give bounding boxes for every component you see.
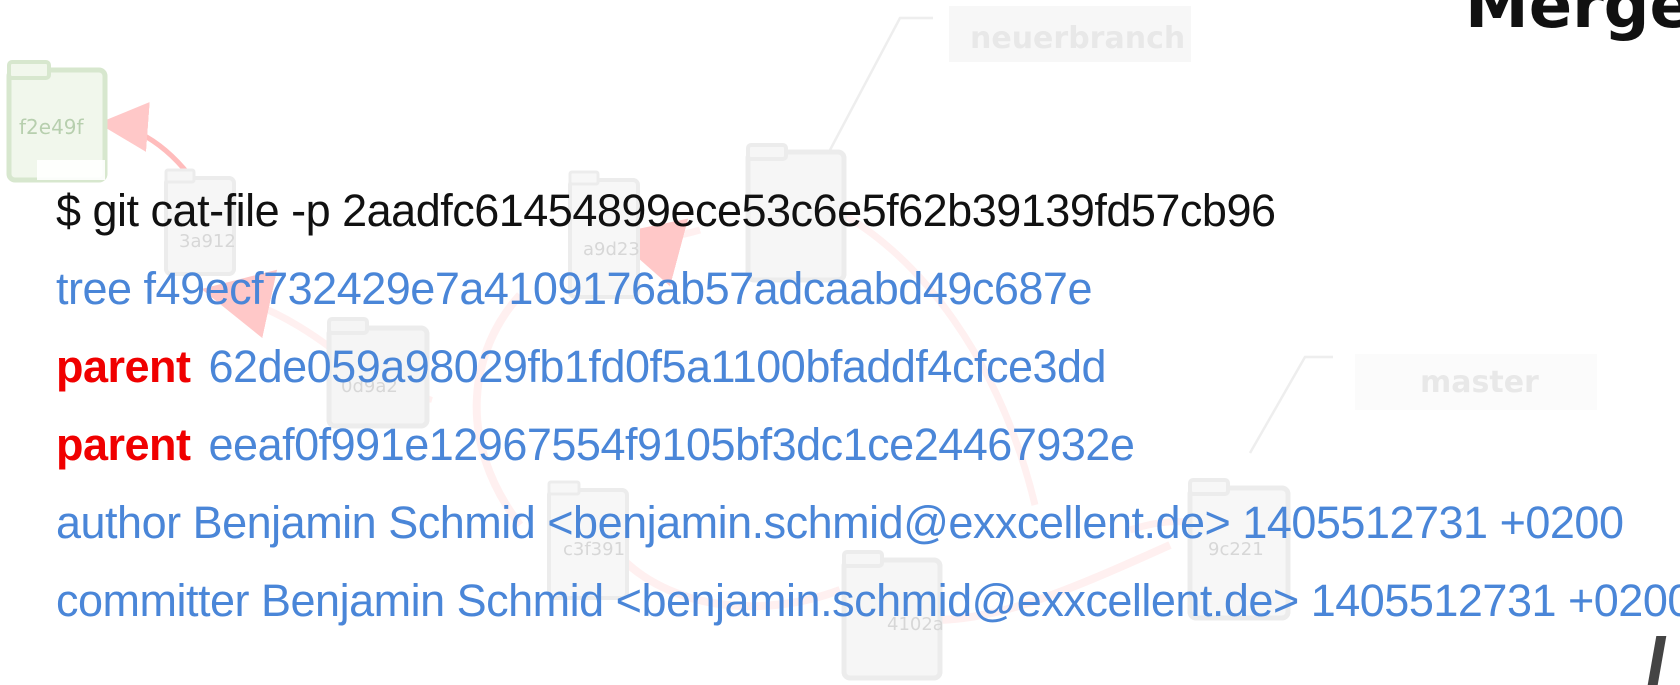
tree-line: tree f49ecf732429e7a4109176ab57adcaabd49… bbox=[56, 263, 1092, 314]
parent-hash-2: eeaf0f991e12967554f9105bf3dc1ce24467932e bbox=[208, 419, 1135, 470]
parent-keyword-1: parent bbox=[56, 341, 191, 392]
git-cat-file-output: $ git cat-file -p 2aadfc61454899ece53c6e… bbox=[56, 172, 1680, 640]
commit-node-f2e49f: f2e49f bbox=[6, 60, 108, 183]
parent-hash-1: 62de059a98029fb1fd0f5a1100bfaddf4cfce3dd bbox=[208, 341, 1107, 392]
slide-canvas: neuerbranch master f2e49f 3a912 a9d23 0d… bbox=[0, 0, 1680, 685]
slide-title-fragment: Merge bbox=[1465, 0, 1680, 43]
branch-label-neuerbranch: neuerbranch bbox=[970, 21, 1185, 56]
parent-keyword-2: parent bbox=[56, 419, 191, 470]
parent-line-2: parent eeaf0f991e12967554f9105bf3dc1ce244… bbox=[56, 406, 1680, 484]
commit-label-f2e49f: f2e49f bbox=[19, 115, 85, 139]
author-line: author Benjamin Schmid <benjamin.schmid@… bbox=[56, 497, 1624, 548]
parent-line-1: parent 62de059a98029fb1fd0f5a1100bfaddf4c… bbox=[56, 328, 1680, 406]
git-command-line: $ git cat-file -p 2aadfc61454899ece53c6e… bbox=[56, 185, 1276, 236]
committer-line: committer Benjamin Schmid <benjamin.schm… bbox=[56, 575, 1680, 626]
